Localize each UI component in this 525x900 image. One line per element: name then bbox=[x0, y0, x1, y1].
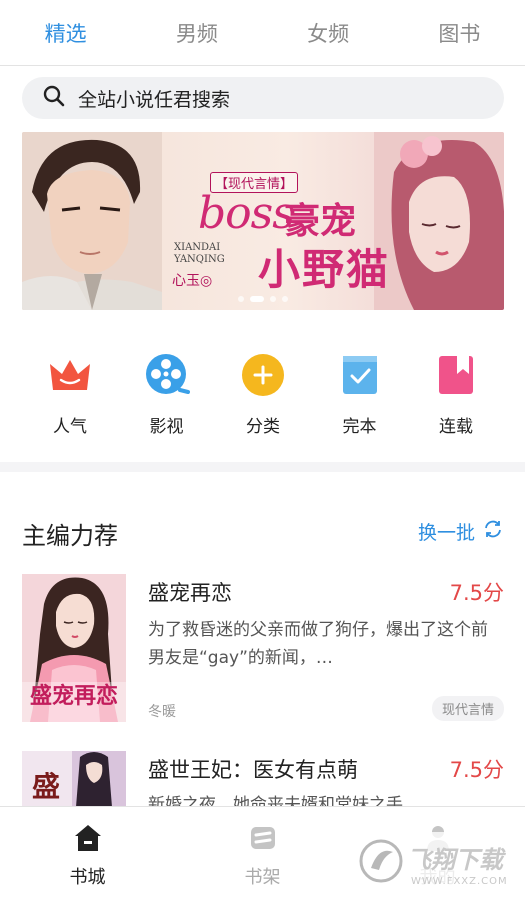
nav-label: 书城 bbox=[69, 867, 106, 888]
book-title: 盛世王妃：医女有点萌 bbox=[148, 758, 358, 782]
book-author: 冬暖 bbox=[148, 704, 176, 720]
banner-female-illustration bbox=[374, 132, 504, 310]
banner-dot[interactable] bbox=[270, 296, 276, 302]
tab-featured[interactable]: 精选 bbox=[0, 0, 131, 65]
book-title: 盛宠再恋 bbox=[148, 581, 232, 605]
cover-title: 盛宠再恋 bbox=[30, 683, 119, 709]
search-bar[interactable]: 全站小说任君搜索 bbox=[22, 77, 504, 119]
tab-books[interactable]: 图书 bbox=[394, 0, 525, 65]
category-label: 分类 bbox=[246, 417, 280, 437]
plus-circle-icon bbox=[240, 352, 286, 398]
cover-title: 盛 bbox=[32, 770, 61, 803]
category-finished[interactable]: 完本 bbox=[312, 352, 408, 437]
tab-male[interactable]: 男频 bbox=[131, 0, 262, 65]
banner-dot-active[interactable] bbox=[250, 296, 264, 302]
category-label: 完本 bbox=[342, 417, 377, 437]
category-popular[interactable]: 人气 bbox=[22, 352, 118, 437]
book-score: 7.5分 bbox=[449, 581, 504, 605]
film-reel-icon bbox=[144, 352, 190, 398]
search-icon bbox=[42, 84, 66, 112]
banner-author-mark: 心玉◎ bbox=[172, 273, 213, 289]
finished-book-icon bbox=[337, 352, 383, 398]
book-list-item[interactable]: 盛宠再恋 盛宠再恋 7.5分 为了救昏迷的父亲而做了狗仔，爆出了这个前男友是“g… bbox=[22, 574, 504, 722]
category-classify[interactable]: 分类 bbox=[215, 352, 311, 437]
banner-pagination bbox=[22, 296, 504, 302]
nav-bookstore[interactable]: 书城 bbox=[0, 807, 175, 900]
book-cover: 盛宠再恋 bbox=[22, 574, 126, 722]
tab-female[interactable]: 女频 bbox=[263, 0, 394, 65]
category-serial[interactable]: 连载 bbox=[408, 352, 504, 437]
bookshelf-icon bbox=[248, 823, 278, 853]
svg-text:飞翔下载: 飞翔下载 bbox=[407, 846, 507, 874]
section-title: 主编力荐 bbox=[22, 522, 118, 550]
refresh-label: 换一批 bbox=[417, 522, 475, 544]
banner-male-illustration bbox=[22, 132, 162, 310]
category-shortcuts: 人气 影视 分类 完本 连载 bbox=[22, 352, 504, 437]
category-label: 连载 bbox=[439, 417, 473, 437]
category-label: 影视 bbox=[149, 417, 184, 437]
home-icon bbox=[73, 823, 103, 853]
watermark-logo: 飞翔下载 WWW.FXXZ.COM bbox=[357, 832, 522, 890]
banner-dot[interactable] bbox=[238, 296, 244, 302]
search-placeholder: 全站小说任君搜索 bbox=[78, 88, 231, 111]
book-description: 为了救昏迷的父亲而做了狗仔，爆出了这个前男友是“gay”的新闻，… bbox=[148, 620, 488, 668]
banner-title-latin: boss bbox=[198, 188, 295, 239]
category-label: 人气 bbox=[53, 417, 87, 437]
banner-pinyin: XIANDAI YANQING bbox=[174, 242, 225, 265]
book-genre-tag: 现代言情 bbox=[431, 696, 504, 721]
banner-title-chinese-2: 小野猫 bbox=[258, 245, 391, 294]
bookmark-icon bbox=[433, 352, 479, 398]
promo-banner[interactable]: 【现代言情】 boss 豪宠 XIANDAI YANQING 小野猫 心玉◎ bbox=[22, 132, 504, 310]
top-tab-bar: 精选 男频 女频 图书 bbox=[0, 0, 525, 66]
book-cover: 盛 bbox=[22, 751, 126, 807]
nav-label: 书架 bbox=[244, 867, 281, 888]
svg-text:WWW.FXXZ.COM: WWW.FXXZ.COM bbox=[411, 876, 508, 887]
book-list-item[interactable]: 盛 盛世王妃：医女有点萌 7.5分 新婚之夜，她命丧夫婿和堂妹之手 bbox=[22, 751, 504, 815]
nav-bookshelf[interactable]: 书架 bbox=[175, 807, 350, 900]
crown-icon bbox=[47, 352, 93, 398]
banner-dot[interactable] bbox=[282, 296, 288, 302]
section-divider bbox=[0, 462, 525, 472]
book-score: 7.5分 bbox=[449, 758, 504, 782]
refresh-icon bbox=[475, 519, 503, 544]
category-film[interactable]: 影视 bbox=[119, 352, 215, 437]
refresh-batch-button[interactable]: 换一批 bbox=[418, 518, 503, 545]
